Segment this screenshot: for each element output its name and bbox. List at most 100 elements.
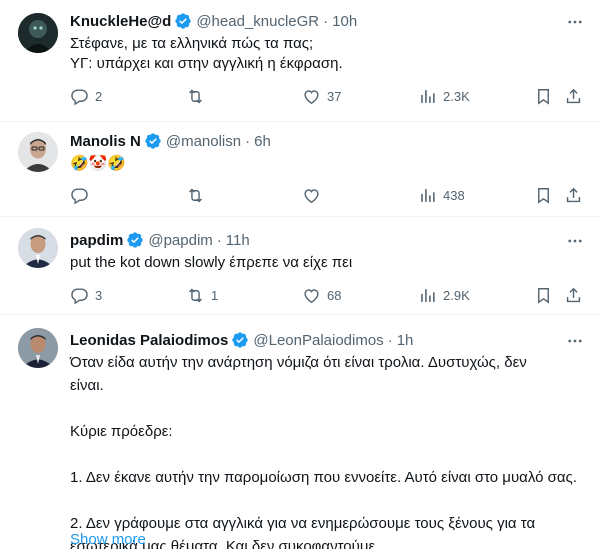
- verified-badge-icon: [127, 232, 144, 248]
- verified-badge-icon: [145, 133, 161, 149]
- tweet-text: Όταν είδα αυτήν την ανάρτηση νόμιζα ότι …: [70, 351, 577, 549]
- separator-dot: ·: [245, 132, 251, 150]
- reply-icon: [71, 187, 88, 204]
- avatar[interactable]: [18, 13, 58, 53]
- display-name[interactable]: Manolis N: [70, 133, 141, 150]
- tweet-item[interactable]: papdim @papdim · 11h put the kot down sl…: [0, 217, 601, 315]
- bookmark-button[interactable]: [534, 86, 553, 106]
- share-button[interactable]: [564, 185, 583, 205]
- tweet-text-line: [70, 443, 577, 466]
- views-icon: [421, 188, 435, 202]
- tweet-text: 🤣🤡🤣: [70, 154, 126, 174]
- action-bar: 2 37 2.3K: [60, 86, 590, 106]
- separator-dot: ·: [387, 331, 393, 349]
- bookmark-button[interactable]: [534, 185, 553, 205]
- tweet-feed: KnuckleHe@d @head_knucleGR · 10h Στέφανε…: [0, 0, 601, 549]
- like-icon: [304, 288, 319, 303]
- tweet-text-line: put the kot down slowly έπρεπε να είχε π…: [70, 254, 353, 271]
- tweet-item[interactable]: KnuckleHe@d @head_knucleGR · 10h Στέφανε…: [0, 0, 601, 122]
- tweet-text-line: [70, 397, 577, 420]
- tweet-item[interactable]: Manolis N @manolisn · 6h 🤣🤡🤣 438: [0, 122, 601, 217]
- tweet-text-line: Στέφανε, με τα ελληνικά πώς τα πας;: [70, 35, 314, 52]
- reply-icon: [71, 287, 88, 304]
- share-icon: [566, 187, 581, 202]
- display-name[interactable]: Leonidas Palaiodimos: [70, 332, 228, 349]
- retweet-icon: [189, 188, 202, 202]
- tweet-text-line: 🤣🤡🤣: [70, 155, 127, 172]
- display-name[interactable]: papdim: [70, 232, 123, 249]
- tweet-text-line: Όταν είδα αυτήν την ανάρτηση νόμιζα ότι …: [70, 354, 527, 371]
- timestamp[interactable]: 6h: [254, 133, 271, 150]
- tweet-text: Στέφανε, με τα ελληνικά πώς τα πας; ΥΓ: …: [70, 34, 343, 74]
- views-count: 2.9K: [443, 287, 470, 303]
- share-button[interactable]: [564, 285, 583, 305]
- like-count: 37: [327, 88, 342, 104]
- verified-badge-icon: [175, 13, 192, 29]
- retweet-icon: [189, 89, 202, 103]
- more-dots-icon[interactable]: [565, 12, 585, 32]
- views-icon: [421, 288, 435, 302]
- tweet-text-line: Κύριε πρόεδρε:: [70, 423, 173, 440]
- action-bar: 438: [60, 185, 590, 205]
- views-button[interactable]: 2.3K: [418, 86, 470, 106]
- separator-dot: ·: [323, 12, 329, 30]
- like-button[interactable]: [302, 185, 327, 205]
- tweet-text-line: εσωτερικά μας θέματα. Και δεν συκοφαντού…: [70, 538, 388, 549]
- avatar[interactable]: [18, 328, 58, 368]
- like-icon: [304, 89, 319, 104]
- reply-icon: [71, 88, 88, 105]
- reply-button[interactable]: [70, 185, 95, 205]
- timestamp[interactable]: 11h: [226, 232, 250, 249]
- share-icon: [566, 287, 581, 302]
- avatar[interactable]: [18, 228, 58, 268]
- tweet-text-line: είναι.: [70, 377, 104, 394]
- action-bar: 3 1 68 2.9K: [60, 285, 590, 305]
- user-handle[interactable]: @LeonPalaiodimos: [253, 332, 383, 349]
- tweet-header: Manolis N @manolisn · 6h: [70, 130, 271, 152]
- retweet-button[interactable]: [186, 86, 211, 106]
- like-button[interactable]: 37: [302, 86, 341, 106]
- user-handle[interactable]: @head_knucleGR: [196, 13, 319, 30]
- avatar[interactable]: [18, 132, 58, 172]
- tweet-text: put the kot down slowly έπρεπε να είχε π…: [70, 253, 352, 273]
- retweet-icon: [189, 288, 202, 302]
- tweet-text-line: ΥΓ: υπάρχει και στην αγγλική η έκφραση.: [70, 55, 343, 72]
- tweet-item[interactable]: Leonidas Palaiodimos @LeonPalaiodimos · …: [0, 315, 601, 549]
- share-icon: [566, 88, 581, 103]
- show-more-link[interactable]: Show more: [70, 531, 146, 548]
- reply-count: 2: [95, 88, 103, 104]
- like-button[interactable]: 68: [302, 285, 341, 305]
- verified-badge-icon: [232, 332, 249, 348]
- tweet-header: Leonidas Palaiodimos @LeonPalaiodimos · …: [70, 329, 413, 351]
- tweet-text-line: 1. Δεν έκανε αυτήν την παρομοίωση που εν…: [70, 469, 577, 486]
- tweet-header: papdim @papdim · 11h: [70, 229, 250, 251]
- views-count: 438: [443, 187, 465, 203]
- display-name[interactable]: KnuckleHe@d: [70, 13, 171, 30]
- user-handle[interactable]: @papdim: [148, 232, 212, 249]
- bookmark-icon: [538, 187, 549, 204]
- reply-button[interactable]: 2: [70, 86, 102, 106]
- more-dots-icon[interactable]: [565, 331, 585, 351]
- bookmark-icon: [538, 88, 549, 105]
- timestamp[interactable]: 10h: [332, 13, 357, 30]
- retweet-button[interactable]: 1: [186, 285, 218, 305]
- views-button[interactable]: 438: [418, 185, 465, 205]
- reply-button[interactable]: 3: [70, 285, 102, 305]
- tweet-header: KnuckleHe@d @head_knucleGR · 10h: [70, 10, 357, 32]
- tweet-text-line: 2. Δεν γράφουμε στα αγγλικά για να ενημε…: [70, 515, 536, 532]
- more-dots-icon[interactable]: [565, 231, 585, 251]
- reply-count: 3: [95, 287, 103, 303]
- bookmark-button[interactable]: [534, 285, 553, 305]
- separator-dot: ·: [216, 231, 222, 249]
- like-icon: [304, 188, 319, 203]
- like-count: 68: [327, 287, 342, 303]
- views-button[interactable]: 2.9K: [418, 285, 470, 305]
- views-icon: [421, 89, 435, 103]
- views-count: 2.3K: [443, 88, 470, 104]
- user-handle[interactable]: @manolisn: [166, 133, 241, 150]
- share-button[interactable]: [564, 86, 583, 106]
- retweet-button[interactable]: [186, 185, 211, 205]
- tweet-text-line: [70, 489, 577, 512]
- bookmark-icon: [538, 287, 549, 304]
- timestamp[interactable]: 1h: [397, 332, 414, 349]
